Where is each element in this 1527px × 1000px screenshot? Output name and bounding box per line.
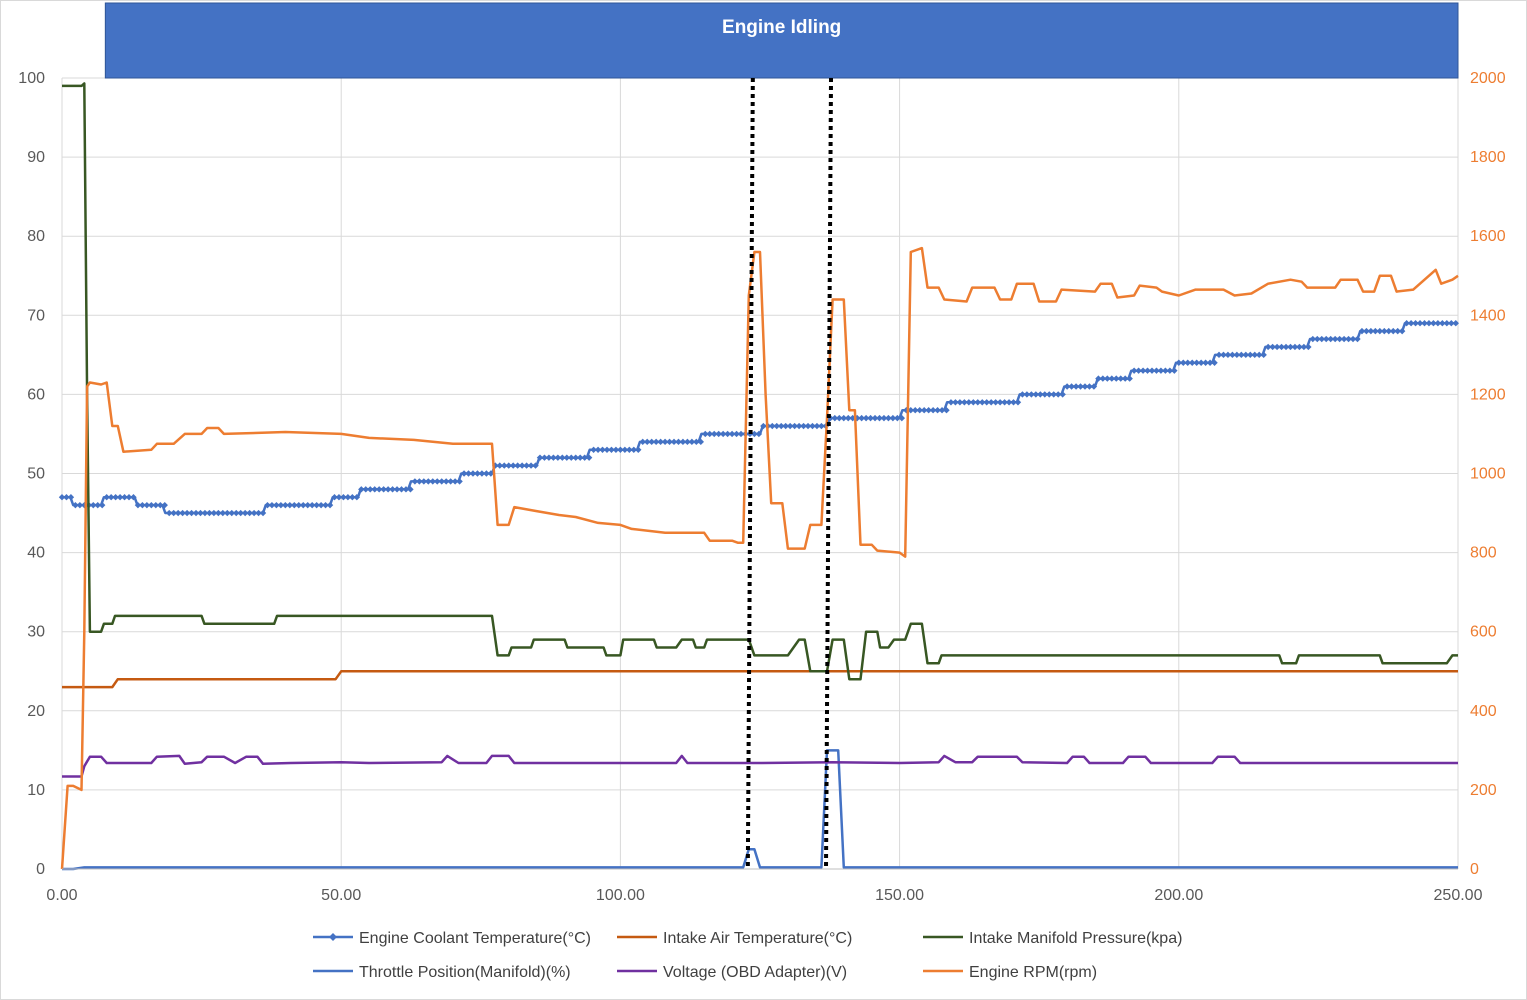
y-right-tick-label: 1200 <box>1470 386 1506 403</box>
y-left-tick-label: 80 <box>27 228 45 245</box>
y-right-tick-label: 1400 <box>1470 307 1506 324</box>
x-tick-label: 50.00 <box>321 887 361 904</box>
y-left-tick-label: 60 <box>27 386 45 403</box>
y-left-tick-label: 10 <box>27 782 45 799</box>
x-tick-label: 200.00 <box>1154 887 1203 904</box>
y-right-tick-label: 600 <box>1470 624 1497 641</box>
x-tick-label: 150.00 <box>875 887 924 904</box>
x-tick-label: 100.00 <box>596 887 645 904</box>
legend-label: Voltage (OBD Adapter)(V) <box>663 964 847 981</box>
chart-container: Engine Idling 0 10 20 30 40 50 60 70 80 90 100 0 200… <box>0 0 1527 1000</box>
banner: Engine Idling <box>104 2 1459 79</box>
y-left-tick-label: 0 <box>36 861 45 878</box>
y-left-tick-label: 50 <box>27 466 45 483</box>
legend-label: Intake Air Temperature(°C) <box>663 930 852 947</box>
y-right-tick-label: 400 <box>1470 703 1497 720</box>
y-right-tick-label: 200 <box>1470 782 1497 799</box>
banner-label: Engine Idling <box>722 17 841 38</box>
y-left-tick-label: 90 <box>27 149 45 166</box>
y-left-tick-label: 100 <box>18 70 45 87</box>
y-right-tick-label: 1000 <box>1470 466 1506 483</box>
legend-label: Throttle Position(Manifold)(%) <box>359 964 571 981</box>
y-right-tick-label: 0 <box>1470 861 1479 878</box>
chart-border <box>0 0 1527 1000</box>
x-tick-label: 250.00 <box>1434 887 1483 904</box>
y-left-tick-label: 40 <box>27 545 45 562</box>
y-right-tick-label: 800 <box>1470 545 1497 562</box>
legend-label: Engine Coolant Temperature(°C) <box>359 930 591 947</box>
y-right-tick-label: 2000 <box>1470 70 1506 87</box>
y-left-tick-label: 70 <box>27 307 45 324</box>
legend-label: Engine RPM(rpm) <box>969 964 1097 981</box>
y-left-tick-label: 20 <box>27 703 45 720</box>
y-right-tick-label: 1800 <box>1470 149 1506 166</box>
y-right-tick-label: 1600 <box>1470 228 1506 245</box>
engine-idling-banner <box>104 2 1459 79</box>
chart-svg: Engine Idling 01020304050607080901000200… <box>0 0 1527 1000</box>
y-left-tick-label: 30 <box>27 624 45 641</box>
legend-label: Intake Manifold Pressure(kpa) <box>969 930 1182 947</box>
x-tick-label: 0.00 <box>46 887 77 904</box>
